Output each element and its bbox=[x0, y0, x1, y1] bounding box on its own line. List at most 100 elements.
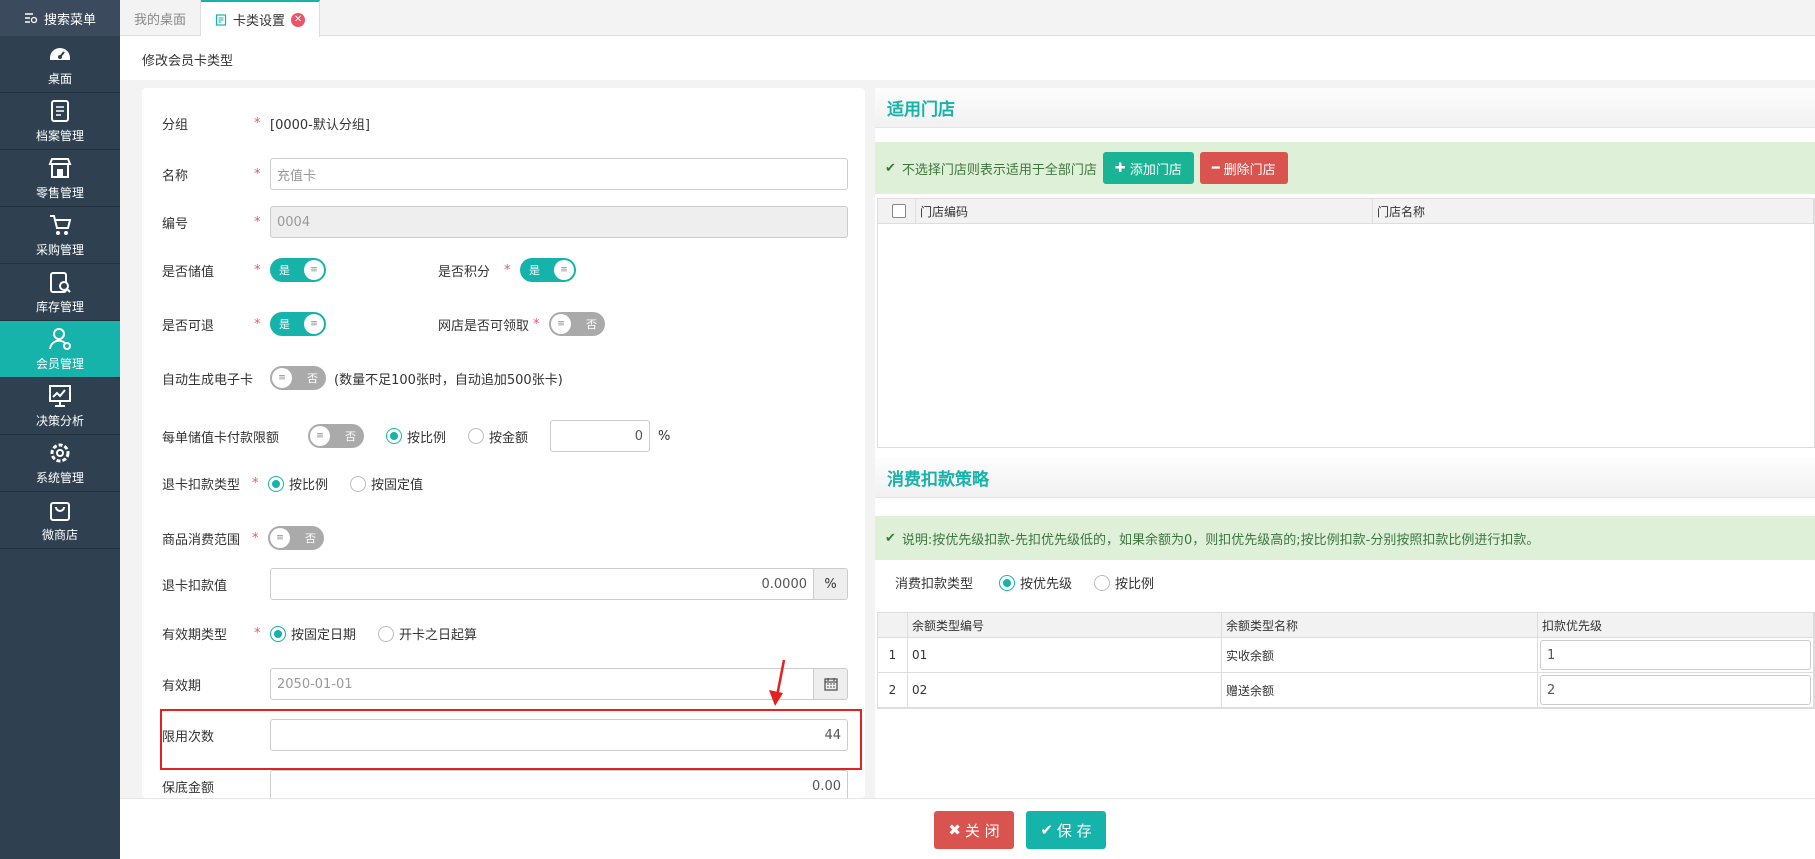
radio-unchecked-icon bbox=[350, 475, 367, 492]
toggle-knob-icon: ≡ bbox=[270, 528, 290, 548]
refund-by-ratio-radio[interactable]: 按比例 bbox=[268, 474, 328, 493]
check-icon: ✔ bbox=[885, 530, 896, 546]
validity-fixed-date-radio[interactable]: 按固定日期 bbox=[270, 624, 356, 643]
nav-label: 零售管理 bbox=[35, 186, 84, 200]
minus-icon: ━ bbox=[1211, 160, 1220, 176]
radio-label: 按优先级 bbox=[1020, 577, 1073, 592]
nav-item-microstore[interactable]: 微商店 bbox=[0, 492, 120, 549]
toggle-knob-icon: ≡ bbox=[554, 260, 574, 280]
row-deduct-type: 消费扣款类型 按优先级 按比例 bbox=[895, 573, 1176, 592]
auto-ecard-toggle[interactable]: ≡ 否 bbox=[270, 366, 326, 390]
row-validity: 有效期 2050-01-01 bbox=[162, 668, 848, 700]
search-menu-label: 搜索菜单 bbox=[43, 12, 96, 28]
close-tab-icon[interactable]: ✕ bbox=[291, 12, 306, 27]
refundable-toggle[interactable]: 是 ≡ bbox=[270, 312, 326, 336]
footer-bar: ✖ 关 闭 ✔ 保 存 bbox=[120, 798, 1815, 859]
deduct-by-priority-radio[interactable]: 按优先级 bbox=[999, 573, 1072, 592]
required-mark: * bbox=[533, 316, 540, 332]
nav-item-purchase[interactable]: 采购管理 bbox=[0, 207, 120, 264]
min-amount-input[interactable]: 0.00 bbox=[270, 770, 848, 798]
save-button[interactable]: ✔ 保 存 bbox=[1026, 811, 1106, 849]
add-store-button[interactable]: ✚ 添加门店 bbox=[1102, 152, 1194, 184]
stores-grid: 门店编码 门店名称 bbox=[877, 198, 1815, 448]
gear-icon bbox=[50, 443, 70, 463]
code-label: 编号 bbox=[162, 216, 189, 232]
col-store-code: 门店编码 bbox=[916, 199, 1373, 223]
goods-scope-label: 商品消费范围 bbox=[162, 532, 241, 548]
document-icon bbox=[215, 13, 227, 26]
check-icon: ✔ bbox=[885, 160, 896, 176]
validity-from-open-radio[interactable]: 开卡之日起算 bbox=[378, 624, 477, 643]
toggle-text: 否 bbox=[586, 318, 598, 331]
points-toggle[interactable]: 是 ≡ bbox=[520, 258, 576, 282]
nav-item-retail[interactable]: 零售管理 bbox=[0, 150, 120, 207]
nav-item-analysis[interactable]: 决策分析 bbox=[0, 378, 120, 435]
validity-type-label: 有效期类型 bbox=[162, 628, 228, 643]
name-label: 名称 bbox=[162, 168, 189, 184]
delete-store-label: 删除门店 bbox=[1223, 162, 1276, 178]
refund-value-input[interactable]: 0.0000 bbox=[270, 568, 814, 600]
balance-code: 01 bbox=[908, 638, 1222, 672]
cart-icon bbox=[50, 215, 72, 235]
priority-input[interactable]: 2 bbox=[1540, 675, 1811, 705]
toggle-text: 是 bbox=[279, 318, 290, 331]
inventory-icon bbox=[50, 272, 71, 293]
nav-label: 库存管理 bbox=[35, 300, 84, 314]
col-balance-name: 余额类型名称 bbox=[1222, 613, 1538, 637]
tab-my-desktop[interactable]: 我的桌面 bbox=[120, 0, 202, 36]
close-button[interactable]: ✖ 关 闭 bbox=[934, 811, 1014, 849]
delete-store-button[interactable]: ━ 删除门店 bbox=[1199, 152, 1288, 184]
goods-scope-toggle[interactable]: ≡ 否 bbox=[268, 526, 324, 550]
toggle-text: 否 bbox=[345, 430, 356, 443]
stores-notice-text: 不选择门店则表示适用于全部门店 bbox=[901, 162, 1097, 178]
plus-icon: ✚ bbox=[1114, 160, 1126, 176]
calendar-icon[interactable] bbox=[814, 668, 848, 700]
nav-item-archive[interactable]: 档案管理 bbox=[0, 93, 120, 150]
priority-input[interactable]: 1 bbox=[1540, 640, 1811, 670]
highlight-box bbox=[160, 709, 862, 770]
row-goods-scope: 商品消费范围 * ≡ 否 bbox=[162, 526, 324, 550]
refund-by-fixed-radio[interactable]: 按固定值 bbox=[350, 474, 423, 493]
required-mark: * bbox=[254, 214, 261, 230]
toggle-text: 是 bbox=[529, 264, 540, 277]
tab-card-settings[interactable]: 卡类设置 ✕ bbox=[201, 0, 321, 37]
pay-limit-by-ratio-radio[interactable]: 按比例 bbox=[386, 427, 446, 446]
online-claim-toggle[interactable]: ≡ 否 bbox=[549, 312, 606, 336]
pay-limit-input[interactable]: 0 bbox=[550, 420, 651, 452]
strategy-notice: ✔ 说明:按优先级扣款-先扣优先级低的，如果余额为0，则扣优先级高的;按比例扣款… bbox=[875, 516, 1815, 560]
col-priority: 扣款优先级 bbox=[1538, 613, 1814, 637]
required-mark: * bbox=[252, 530, 259, 546]
save-button-label: 保 存 bbox=[1056, 821, 1092, 840]
strategy-section-title: 消费扣款策略 bbox=[875, 458, 1815, 498]
validity-date-input[interactable]: 2050-01-01 bbox=[270, 668, 814, 700]
row-name: 名称 * 充值卡 bbox=[162, 158, 848, 190]
pay-limit-toggle[interactable]: ≡ 否 bbox=[308, 424, 364, 448]
nav-item-inventory[interactable]: 库存管理 bbox=[0, 264, 120, 321]
toggle-knob-icon: ≡ bbox=[272, 368, 292, 388]
row-code: 编号 * 0004 bbox=[162, 206, 848, 238]
deduct-by-ratio-radio[interactable]: 按比例 bbox=[1094, 573, 1154, 592]
required-mark: * bbox=[254, 116, 261, 131]
stored-value-toggle[interactable]: 是 ≡ bbox=[270, 258, 326, 282]
pay-limit-unit: % bbox=[658, 428, 671, 444]
row-group: 分组 * [0000-默认分组] bbox=[162, 114, 370, 133]
min-amount-label: 保底金额 bbox=[162, 780, 215, 796]
pay-limit-by-amount-radio[interactable]: 按金额 bbox=[468, 427, 528, 446]
search-menu-button[interactable]: 搜索菜单 bbox=[0, 0, 120, 36]
nav-item-member[interactable]: 会员管理 bbox=[0, 321, 120, 378]
form-panel: 分组 * [0000-默认分组] 名称 * 充值卡 编号 * 0004 是否储值… bbox=[142, 88, 865, 798]
select-all-checkbox[interactable] bbox=[878, 199, 916, 223]
nav-item-desktop[interactable]: 桌面 bbox=[0, 36, 120, 93]
radio-unchecked-icon bbox=[1094, 574, 1111, 591]
radio-unchecked-icon bbox=[468, 428, 485, 444]
name-input[interactable]: 充值卡 bbox=[270, 158, 848, 190]
refund-type-label: 退卡扣款类型 bbox=[162, 478, 241, 493]
row-auto-ecard: 自动生成电子卡 ≡ 否 (数量不足100张时，自动追加500张卡) bbox=[162, 366, 563, 390]
required-mark: * bbox=[252, 476, 259, 491]
toggle-knob-icon: ≡ bbox=[310, 426, 330, 446]
nav-label: 桌面 bbox=[47, 72, 72, 86]
close-button-label: 关 闭 bbox=[964, 821, 1000, 840]
radio-unchecked-icon bbox=[378, 625, 395, 642]
group-value[interactable]: [0000-默认分组] bbox=[270, 114, 370, 133]
nav-item-system[interactable]: 系统管理 bbox=[0, 435, 120, 492]
